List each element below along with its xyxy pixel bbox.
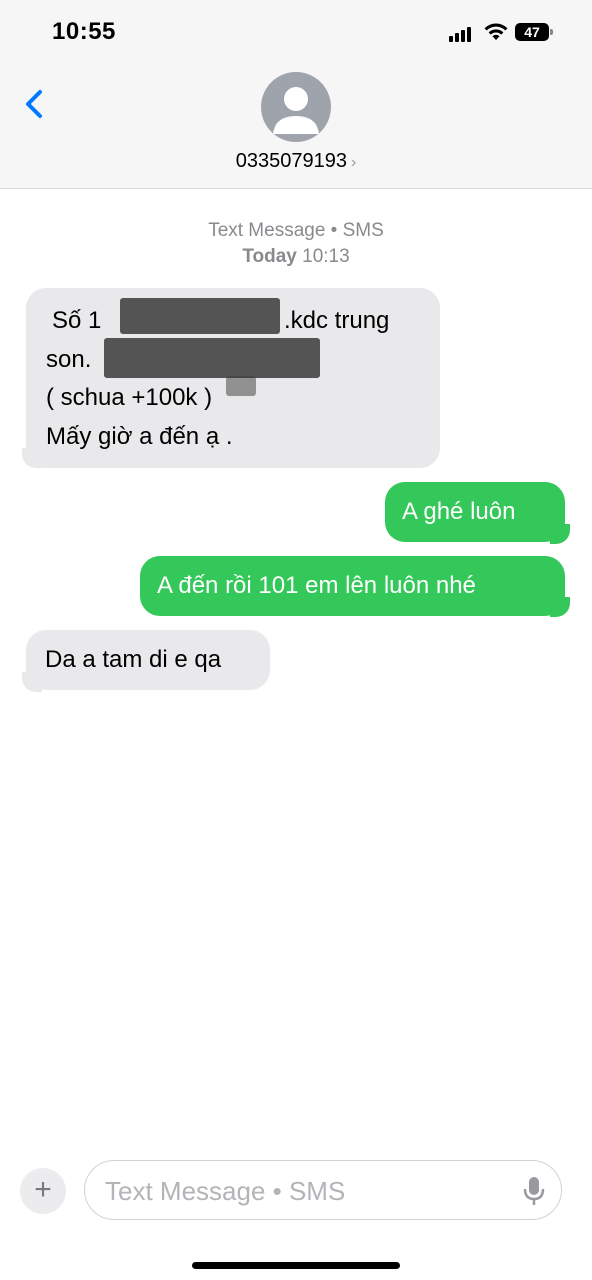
plus-button[interactable]: + [20, 1168, 66, 1214]
message-line: ( schua +100k ) [46, 384, 213, 411]
thread-timestamp: Text Message • SMS Today 10:13 [0, 218, 592, 270]
contact-avatar[interactable] [261, 72, 331, 142]
message-line: Số 1 [52, 307, 102, 334]
redaction-scribble [104, 338, 320, 378]
status-bar: 10:55 47 [0, 0, 592, 62]
status-time: 10:55 [52, 18, 116, 45]
contact-name[interactable]: 0335079193 › [0, 150, 592, 173]
contact-number: 0335079193 [235, 150, 347, 172]
message-text: A ghé luôn [402, 498, 516, 525]
message-input-field[interactable] [84, 1160, 562, 1220]
battery-cap [550, 29, 553, 35]
battery-level: 47 [524, 24, 540, 40]
microphone-icon[interactable] [522, 1175, 546, 1207]
message-text: Da a tam di e qa [45, 646, 222, 673]
home-indicator[interactable] [192, 1262, 400, 1269]
message-bubble-incoming[interactable]: Số 1 .kdc trung son. ( schua +100k ) Mấy… [26, 288, 440, 468]
message-line: Mấy giờ a đến ạ . [46, 423, 233, 450]
message-line: son. [46, 346, 92, 373]
thread-time: 10:13 [302, 246, 350, 267]
battery-icon: 47 [515, 23, 549, 41]
message-input[interactable] [103, 1173, 507, 1209]
back-chevron-icon[interactable] [18, 84, 54, 124]
person-icon [273, 87, 319, 134]
message-bubble-outgoing[interactable]: A ghé luôn [385, 482, 565, 542]
message-text: A đến rồi 101 em lên luôn nhé [157, 572, 476, 599]
message-bubble-incoming[interactable]: Da a tam di e qa [26, 630, 270, 690]
redaction-scribble [226, 376, 256, 396]
wifi-icon [484, 23, 508, 40]
chevron-right-icon: › [350, 154, 357, 171]
plus-icon: + [34, 1173, 52, 1206]
signal-icon [449, 26, 477, 42]
conversation-header: 0335079193 › [0, 62, 592, 189]
message-bubble-outgoing[interactable]: A đến rồi 101 em lên luôn nhé [140, 556, 565, 616]
redaction-scribble [120, 298, 280, 334]
thread-day: Today [242, 246, 297, 267]
message-line: .kdc trung [284, 307, 390, 334]
thread-service: Text Message • SMS [208, 220, 384, 241]
